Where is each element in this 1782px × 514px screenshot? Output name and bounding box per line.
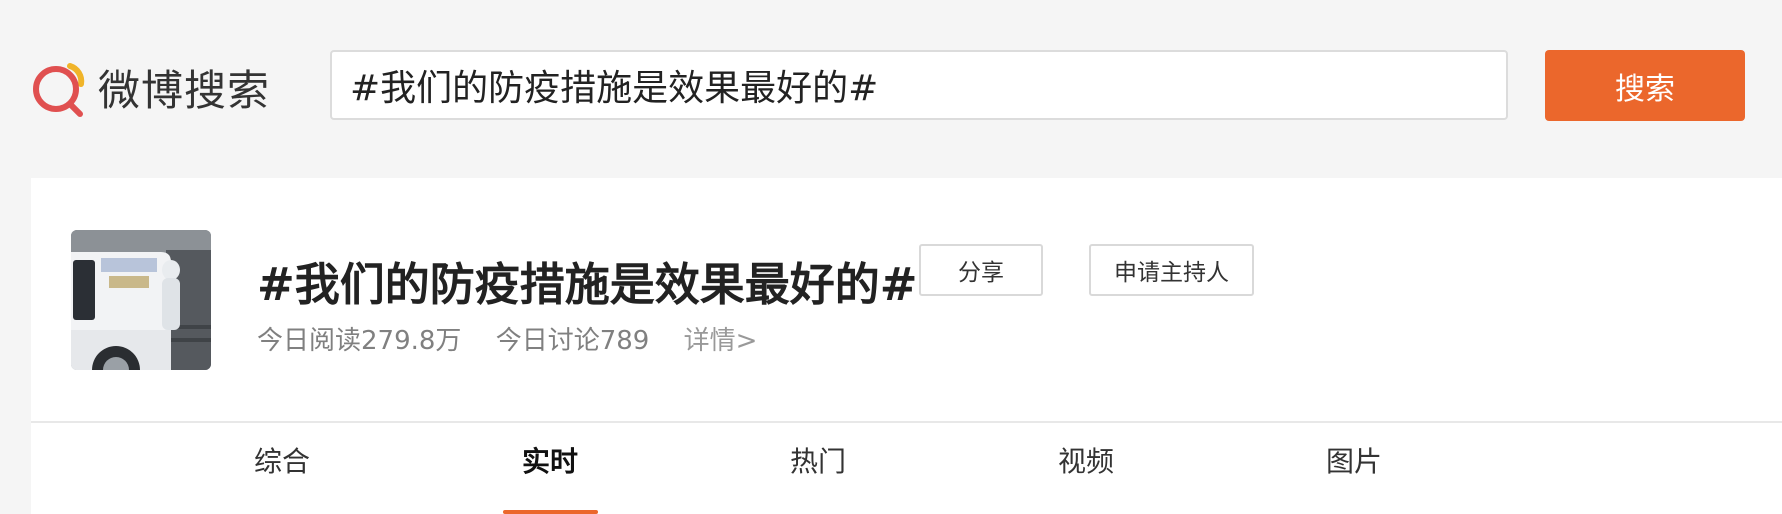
tab-bar: 综合 实时 热门 视频 图片: [31, 423, 1782, 514]
topic-card: #我们的防疫措施是效果最好的# 分享 申请主持人 今日阅读279.8万 今日讨论…: [31, 178, 1782, 514]
topic-title: #我们的防疫措施是效果最好的#: [257, 258, 918, 311]
apply-host-button[interactable]: 申请主持人: [1089, 244, 1254, 296]
weibo-search-logo[interactable]: 微博搜索: [30, 56, 270, 118]
tab-label: 视频: [1057, 445, 1114, 478]
search-button[interactable]: 搜索: [1545, 50, 1745, 121]
tab-comprehensive[interactable]: 综合: [222, 423, 342, 514]
topic-thumbnail[interactable]: [71, 230, 211, 370]
today-discussions: 今日讨论789: [495, 326, 650, 356]
tab-label: 图片: [1325, 445, 1382, 478]
topic-stats: 今日阅读279.8万 今日讨论789 详情>: [257, 320, 783, 357]
tab-hot[interactable]: 热门: [758, 423, 878, 514]
tab-label: 热门: [789, 445, 846, 478]
tab-realtime[interactable]: 实时: [490, 423, 610, 514]
tab-video[interactable]: 视频: [1026, 423, 1146, 514]
details-link[interactable]: 详情>: [684, 326, 758, 356]
active-tab-indicator: [503, 510, 598, 514]
share-button[interactable]: 分享: [919, 244, 1043, 296]
logo-text: 微博搜索: [98, 65, 271, 115]
search-input[interactable]: [330, 50, 1508, 120]
today-reads: 今日阅读279.8万: [257, 326, 462, 356]
search-logo-icon: [30, 56, 88, 118]
tab-images[interactable]: 图片: [1294, 423, 1414, 514]
tab-label: 综合: [253, 445, 310, 478]
tab-label: 实时: [521, 445, 578, 478]
